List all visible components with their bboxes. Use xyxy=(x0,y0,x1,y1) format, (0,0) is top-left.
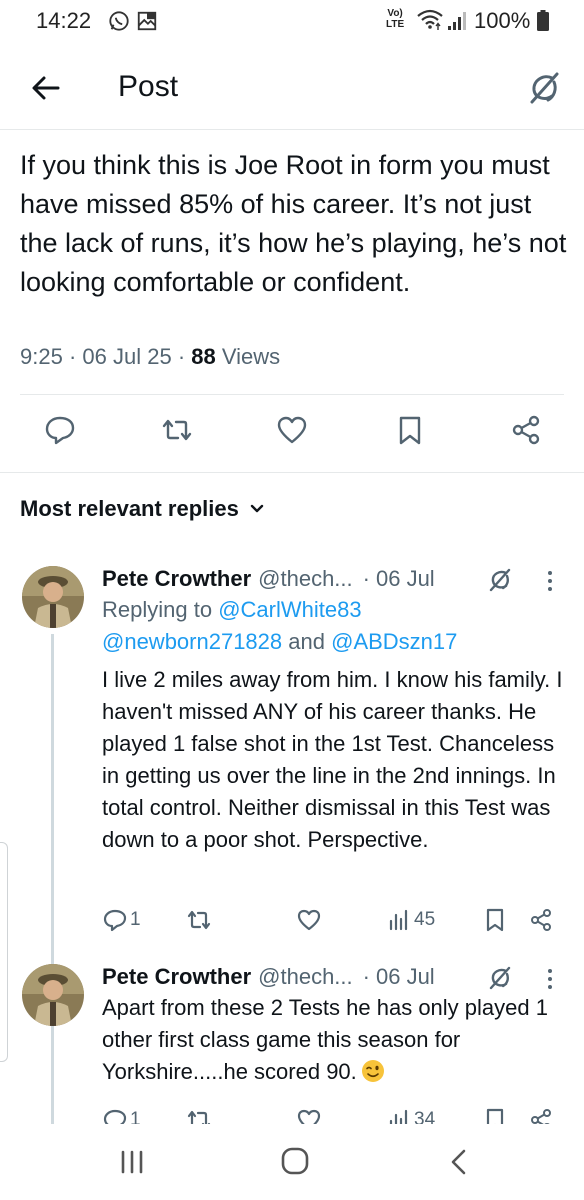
whatsapp-icon xyxy=(109,11,129,31)
grok-icon[interactable] xyxy=(486,566,514,594)
views-count: 45 xyxy=(414,909,436,930)
reply-author-name[interactable]: Pete Crowther xyxy=(102,964,251,990)
nav-back-icon[interactable] xyxy=(448,1148,470,1176)
meta-separator: · xyxy=(362,964,370,989)
more-options-icon[interactable] xyxy=(540,966,560,992)
gallery-icon xyxy=(137,11,157,31)
post-time: 9:25 xyxy=(20,344,63,369)
bookmark-icon xyxy=(486,908,504,932)
bookmark-button[interactable] xyxy=(482,906,508,934)
mention-link[interactable]: @CarlWhite83 xyxy=(218,597,361,622)
top-bar: Post xyxy=(0,54,584,124)
battery-percent: 100% xyxy=(474,8,531,33)
replying-to-label: Replying to xyxy=(102,597,213,622)
lte-label: LTE xyxy=(386,19,405,30)
mention-link[interactable]: @newborn271828 xyxy=(102,629,282,654)
reply-date: 06 Jul xyxy=(375,566,435,591)
meta-separator: · xyxy=(362,566,370,591)
reply-icon xyxy=(103,909,127,932)
reply-text-content: Apart from these 2 Tests he has only pla… xyxy=(102,995,548,1084)
meta-separator: · xyxy=(68,344,77,369)
volte-label: Vo) xyxy=(387,8,403,19)
replies-sort-label: Most relevant replies xyxy=(20,496,239,521)
like-icon[interactable] xyxy=(276,414,308,446)
share-button[interactable] xyxy=(528,906,554,934)
reply-author-name[interactable]: Pete Crowther xyxy=(102,566,251,592)
status-time: 14:22 xyxy=(36,8,92,33)
home-icon[interactable] xyxy=(280,1146,310,1176)
avatar[interactable] xyxy=(22,566,84,628)
winking-face-emoji-icon xyxy=(361,1060,384,1082)
battery-icon xyxy=(537,10,549,31)
volte-indicator: Vo) LTE xyxy=(386,8,404,30)
grok-icon[interactable] xyxy=(524,68,564,108)
reply-author-handle[interactable]: @thech... xyxy=(258,566,353,592)
views-button[interactable]: 45 xyxy=(386,906,435,934)
wifi-icon xyxy=(417,9,443,30)
status-bar: 14:22 Vo) LTE 100% xyxy=(0,0,584,44)
signal-icon xyxy=(448,12,466,30)
avatar-image xyxy=(22,964,84,1026)
avatar-image xyxy=(22,566,84,628)
reply-author-handle[interactable]: @thech... xyxy=(258,964,353,990)
page-title: Post xyxy=(118,70,179,103)
header-divider xyxy=(0,129,584,130)
bookmark-icon[interactable] xyxy=(394,414,426,446)
reply-button[interactable]: 1 xyxy=(102,906,141,934)
reply-date: 06 Jul xyxy=(375,964,435,989)
reply-actions: 1 45 xyxy=(0,906,584,936)
chevron-down-icon xyxy=(250,504,264,513)
post-views-label: Views xyxy=(221,344,281,369)
reply-header: Pete Crowther @thech... · 06 Jul xyxy=(102,566,435,592)
reply-header: Pete Crowther @thech... · 06 Jul xyxy=(102,964,435,990)
repost-icon xyxy=(187,910,211,930)
replies-sort-dropdown[interactable]: Most relevant replies xyxy=(20,496,265,522)
post-meta: 9:25 · 06 Jul 25 · 88 Views xyxy=(20,344,280,370)
repost-icon[interactable] xyxy=(161,414,193,446)
post-views-count: 88 xyxy=(191,344,216,369)
actions-divider xyxy=(0,472,584,473)
like-button[interactable] xyxy=(296,906,322,934)
grok-icon[interactable] xyxy=(486,964,514,992)
post-actions xyxy=(0,414,584,454)
repost-button[interactable] xyxy=(186,906,212,934)
avatar[interactable] xyxy=(22,964,84,1026)
meta-divider xyxy=(20,394,564,395)
share-icon[interactable] xyxy=(510,414,542,446)
edge-panel-handle[interactable] xyxy=(0,842,8,1062)
reply-count: 1 xyxy=(130,909,141,930)
replying-to: Replying to @CarlWhite83 @newborn271828 … xyxy=(102,594,457,658)
reply-text: Apart from these 2 Tests he has only pla… xyxy=(102,992,564,1088)
mention-link[interactable]: @ABDszn17 xyxy=(331,629,457,654)
back-arrow-icon[interactable] xyxy=(28,70,64,106)
more-options-icon[interactable] xyxy=(540,568,560,594)
reply-icon[interactable] xyxy=(44,414,76,446)
post-text: If you think this is Joe Root in form yo… xyxy=(20,150,567,297)
reply-text: I live 2 miles away from him. I know his… xyxy=(102,667,563,852)
post-date: 06 Jul 25 xyxy=(82,344,172,369)
recent-apps-icon[interactable] xyxy=(118,1148,146,1176)
share-icon xyxy=(531,909,551,931)
meta-separator: · xyxy=(177,344,186,369)
system-nav-bar xyxy=(0,1124,584,1200)
like-icon xyxy=(297,909,321,931)
analytics-icon xyxy=(389,909,408,931)
replying-and: and xyxy=(288,629,325,654)
